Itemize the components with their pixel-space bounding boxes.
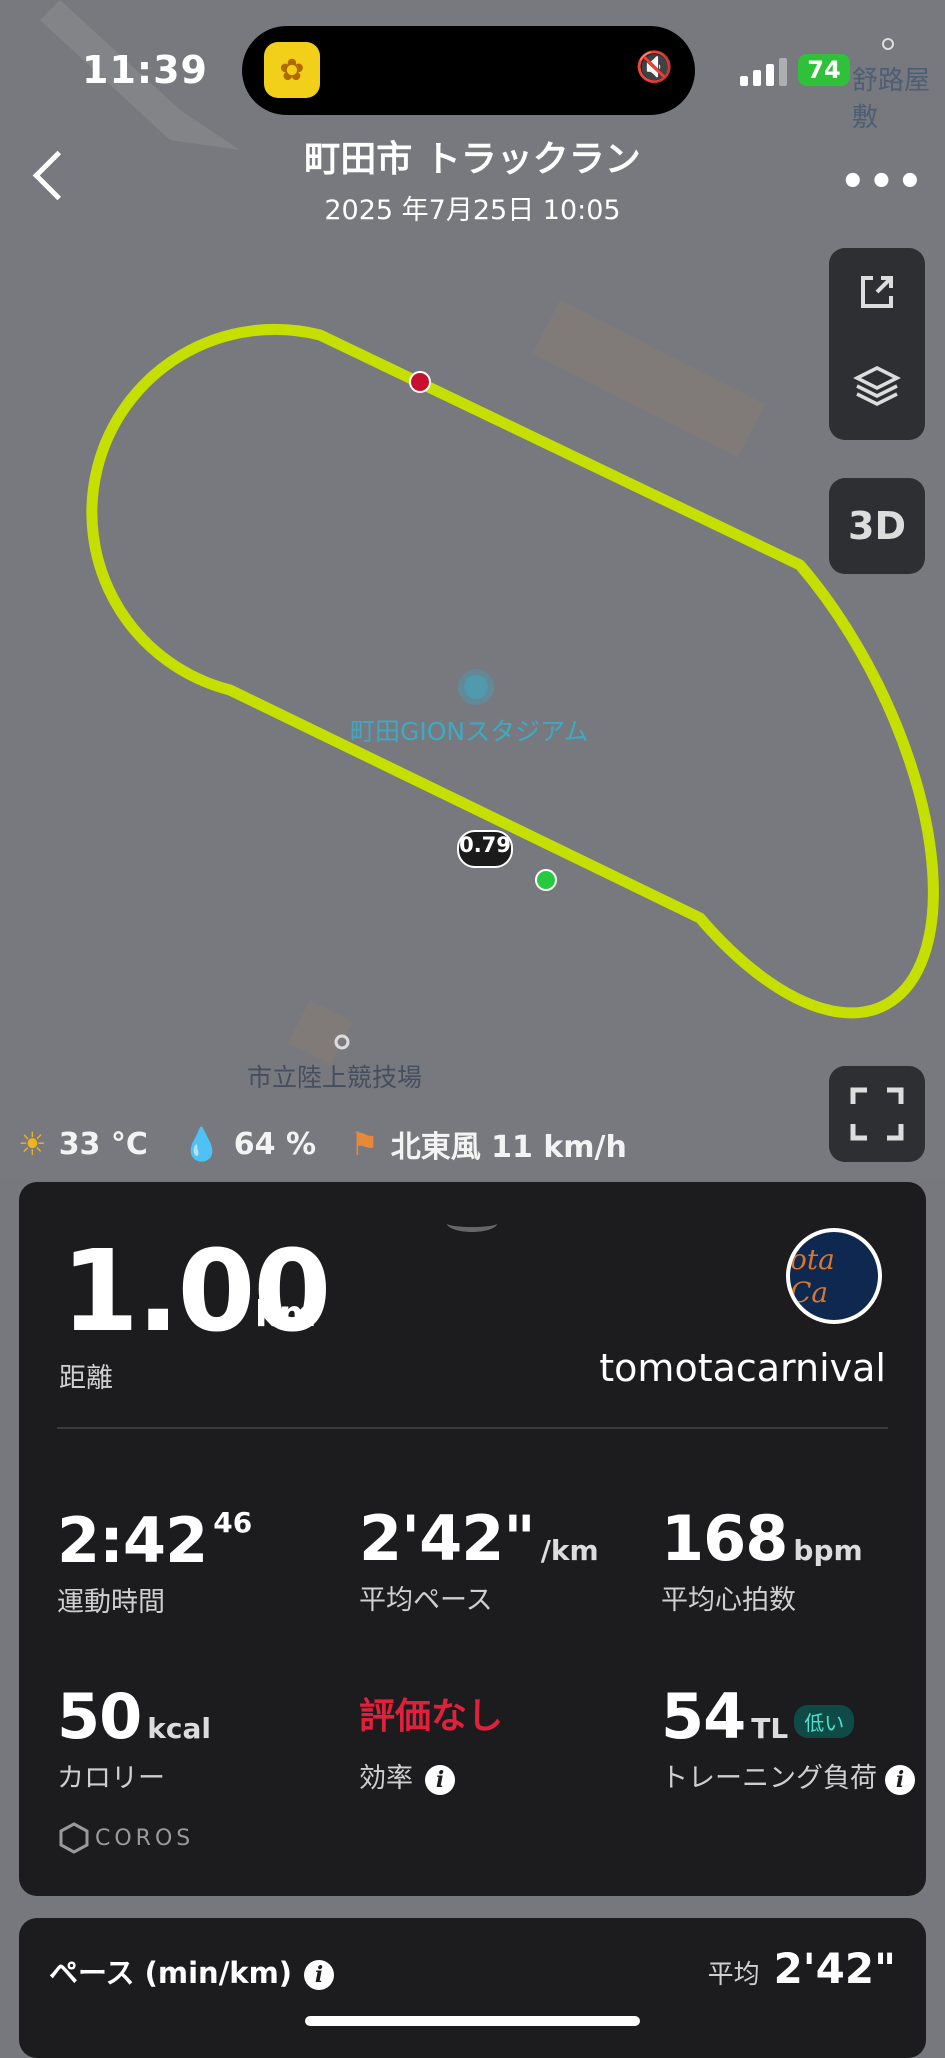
duration-label: 運動時間	[57, 1587, 165, 1618]
activity-date: 2025 年7月25日 10:05	[324, 195, 621, 226]
status-bar: 11:39 ✿ 🔇 74 舒路屋敷	[0, 0, 945, 140]
pace-avg-label: 平均	[707, 1960, 760, 1990]
pace-unit: /km	[540, 1534, 599, 1567]
wind-icon: ⚑	[350, 1125, 379, 1163]
efficiency-info-icon[interactable]: i	[425, 1764, 455, 1795]
3d-label: 3D	[848, 504, 906, 548]
load-label: トレーニング負荷	[661, 1763, 877, 1794]
humidity-icon: 💧	[181, 1125, 222, 1163]
distance-label: 距離	[59, 1363, 113, 1394]
pace-info-icon[interactable]: i	[304, 1960, 335, 1990]
3d-button[interactable]: 3D	[829, 478, 925, 574]
fullscreen-icon	[829, 1084, 925, 1148]
weather-bar: ☀ 33 °C 💧 64 % ⚑ 北東風 11 km/h	[18, 1122, 661, 1166]
duration-value: 2:42	[57, 1504, 208, 1577]
stat-duration: 2:42 46 運動時間	[57, 1506, 252, 1619]
load-unit: TL	[751, 1712, 789, 1745]
pace-value: 2'42"	[359, 1502, 536, 1575]
status-time: 11:39	[82, 48, 208, 92]
efficiency-label: 効率	[359, 1763, 413, 1794]
pace-card[interactable]: ペース (min/km) i 平均 2'42"	[19, 1918, 926, 2058]
coros-logo: COROS	[59, 1822, 194, 1854]
avatar[interactable]: ota Ca	[786, 1228, 882, 1324]
load-info-icon[interactable]: i	[885, 1764, 915, 1795]
hr-unit: bpm	[793, 1534, 863, 1567]
distance-unit: km	[255, 1294, 317, 1335]
cal-unit: kcal	[147, 1712, 211, 1745]
km-marker-label: 0.79	[459, 833, 511, 857]
signal-icon	[740, 56, 787, 86]
more-icon[interactable]: •••	[840, 162, 926, 202]
stat-efficiency: 評価なし 効率 i	[359, 1684, 503, 1795]
sun-icon: ☀	[18, 1125, 47, 1163]
wind: 北東風 11 km/h	[390, 1130, 627, 1165]
summary-card[interactable]: 1.00 km 距離 ota Ca tomotacarnival 2:42 46 …	[19, 1182, 926, 1896]
hr-label: 平均心拍数	[661, 1585, 796, 1616]
mute-bluetooth-icon: 🔇	[635, 50, 673, 85]
duration-seconds: 46	[213, 1506, 253, 1539]
dynamic-island: ✿ 🔇	[242, 26, 695, 115]
username[interactable]: tomotacarnival	[599, 1346, 886, 1390]
coros-text: COROS	[95, 1825, 195, 1851]
cal-label: カロリー	[57, 1763, 165, 1794]
home-indicator[interactable]	[305, 2016, 640, 2026]
divider	[57, 1427, 888, 1429]
efficiency-value: 評価なし	[359, 1696, 504, 1737]
app-icon: ✿	[264, 42, 320, 98]
coros-icon	[59, 1822, 89, 1854]
hr-value: 168	[661, 1502, 788, 1575]
pace-label: 平均ペース	[359, 1585, 493, 1616]
map-corner-label: 舒路屋敷	[852, 66, 931, 133]
venue-label: 町田GIONスタジアム	[350, 717, 589, 746]
stat-training-load: 54 TL 低い トレーニング負荷 i	[661, 1684, 915, 1795]
avatar-text: ota Ca	[790, 1243, 835, 1309]
stadium-label: 市立陸上競技場	[247, 1063, 423, 1092]
battery-icon: 74	[798, 54, 850, 86]
fullscreen-button[interactable]	[829, 1066, 925, 1162]
stat-calories: 50 kcal カロリー	[57, 1684, 211, 1795]
start-marker	[535, 869, 557, 891]
pace-section-title: ペース (min/km)	[49, 1956, 293, 1990]
share-layers-panel	[829, 248, 925, 440]
page-title: 町田市 トラックラン	[304, 139, 641, 180]
humidity: 64 %	[233, 1126, 317, 1162]
drag-handle[interactable]	[447, 1215, 497, 1232]
stat-pace: 2'42"/km 平均ペース	[359, 1506, 599, 1617]
share-icon[interactable]	[829, 268, 925, 328]
load-badge: 低い	[794, 1705, 855, 1738]
layers-icon[interactable]	[829, 360, 925, 420]
end-marker	[409, 371, 431, 393]
running-track-route	[86, 323, 939, 1019]
pace-avg-value: 2'42"	[773, 1944, 896, 1993]
load-value: 54	[661, 1680, 746, 1753]
temperature: 33 °C	[58, 1126, 148, 1162]
cal-value: 50	[57, 1680, 142, 1753]
stat-heart-rate: 168 bpm 平均心拍数	[661, 1506, 863, 1617]
